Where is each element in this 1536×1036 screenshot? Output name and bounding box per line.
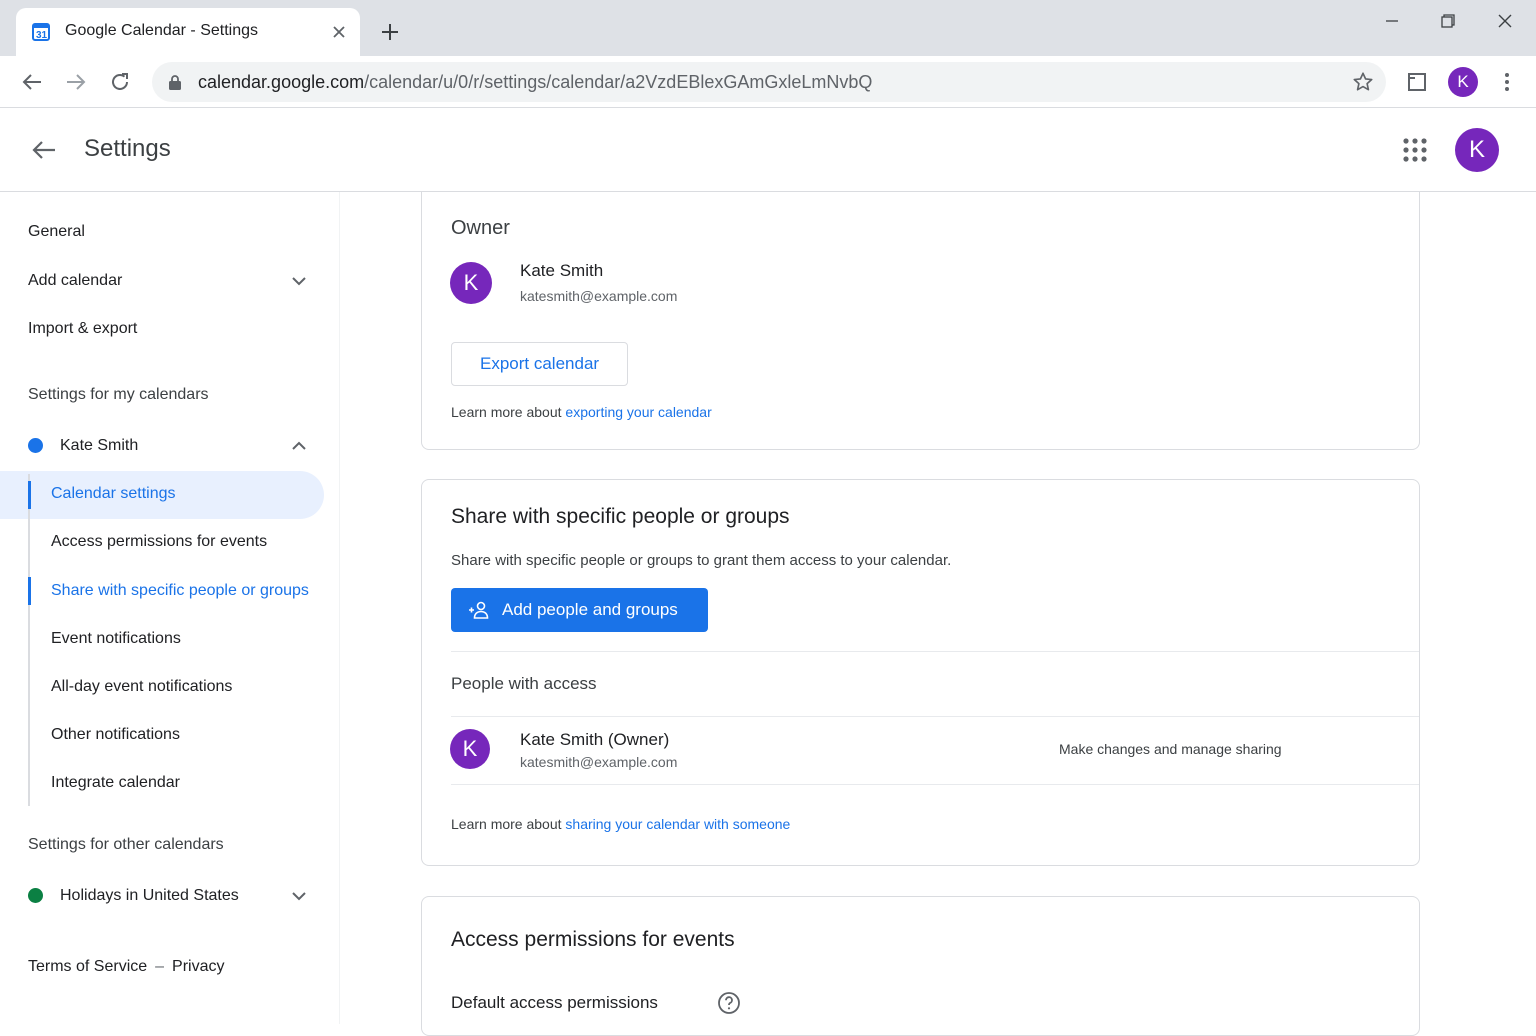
url-text[interactable]: calendar.google.com/calendar/u/0/r/setti… <box>198 72 872 93</box>
owner-label: Owner <box>451 217 510 239</box>
people-with-access-heading: People with access <box>451 674 597 693</box>
share-card-description: Share with specific people or groups to … <box>451 552 952 569</box>
person-email: katesmith@example.com <box>520 754 678 770</box>
sharing-calendar-link[interactable]: sharing your calendar with someone <box>565 816 790 832</box>
active-indicator-share <box>28 577 31 605</box>
settings-sidebar: General Add calendar Import & export Set… <box>0 192 340 1024</box>
url-host: calendar.google.com <box>198 72 365 92</box>
svg-text:31: 31 <box>36 30 48 41</box>
chevron-down-icon[interactable] <box>289 886 309 906</box>
new-tab-icon[interactable] <box>377 19 403 45</box>
lock-icon[interactable] <box>168 74 182 90</box>
export-learn-more: Learn more about exporting your calendar <box>451 404 712 420</box>
share-card-heading: Share with specific people or groups <box>451 505 790 528</box>
chevron-up-icon[interactable] <box>289 436 309 456</box>
sidebar-sub-item-access-permissions[interactable]: Access permissions for events <box>51 533 267 551</box>
add-person-icon <box>469 601 489 619</box>
holiday-calendar-color-dot <box>28 888 43 903</box>
access-permissions-card: Access permissions for events Default ac… <box>421 896 1420 1036</box>
access-permissions-heading: Access permissions for events <box>451 928 735 951</box>
browser-menu-icon[interactable] <box>1493 68 1521 96</box>
sidebar-sub-item-share[interactable]: Share with specific people or groups <box>51 582 309 600</box>
active-indicator-calendar-settings <box>28 481 31 509</box>
footer-separator: – <box>155 958 165 975</box>
browser-toolbar: calendar.google.com/calendar/u/0/r/setti… <box>0 56 1536 108</box>
sidebar-item-kate-smith[interactable]: Kate Smith <box>60 437 138 455</box>
people-divider-bottom <box>451 784 1419 785</box>
google-apps-icon[interactable] <box>1400 135 1430 165</box>
account-avatar[interactable]: K <box>1455 128 1499 172</box>
owner-email: katesmith@example.com <box>520 288 678 304</box>
bookmark-star-icon[interactable] <box>1352 71 1374 93</box>
calendar-favicon-icon: 31 <box>32 23 50 41</box>
footer-links: Terms of Service – Privacy <box>28 958 225 976</box>
reload-icon[interactable] <box>106 68 134 96</box>
sidebar-sub-item-all-day-notifications[interactable]: All-day event notifications <box>51 678 232 696</box>
sharing-learn-more: Learn more about sharing your calendar w… <box>451 816 790 832</box>
owner-avatar: K <box>450 262 492 304</box>
exporting-calendar-link[interactable]: exporting your calendar <box>565 404 711 420</box>
back-to-calendar-icon[interactable] <box>30 136 58 164</box>
browser-tab[interactable]: 31 Google Calendar - Settings <box>16 8 360 56</box>
share-card: Share with specific people or groups Sha… <box>421 479 1420 866</box>
sub-items-guide-line <box>28 474 30 806</box>
owner-card: Owner K Kate Smith katesmith@example.com… <box>421 192 1420 450</box>
learn-more-prefix: Learn more about <box>451 816 562 832</box>
sidebar-sub-item-other-notifications[interactable]: Other notifications <box>51 726 180 744</box>
privacy-link[interactable]: Privacy <box>172 958 224 975</box>
sidebar-sub-item-integrate-calendar[interactable]: Integrate calendar <box>51 774 180 792</box>
minimize-icon[interactable] <box>1378 8 1406 34</box>
share-divider <box>451 651 1419 652</box>
sidebar-sub-item-calendar-settings[interactable]: Calendar settings <box>51 485 176 503</box>
sidebar-section-other-calendars: Settings for other calendars <box>28 836 224 853</box>
close-tab-icon[interactable] <box>328 21 350 43</box>
address-bar[interactable]: calendar.google.com/calendar/u/0/r/setti… <box>152 62 1386 102</box>
export-calendar-button[interactable]: Export calendar <box>451 342 629 386</box>
tab-search-icon[interactable] <box>1403 68 1431 96</box>
calendar-color-dot <box>28 438 43 453</box>
person-avatar: K <box>450 729 490 769</box>
sidebar-item-add-calendar[interactable]: Add calendar <box>28 272 122 290</box>
owner-name: Kate Smith <box>520 261 604 280</box>
page-title: Settings <box>84 135 171 162</box>
sidebar-item-import-export[interactable]: Import & export <box>28 320 137 338</box>
browser-profile-avatar[interactable]: K <box>1448 67 1478 97</box>
restore-icon[interactable] <box>1434 8 1462 34</box>
add-people-label: Add people and groups <box>502 600 678 619</box>
default-access-heading: Default access permissions <box>451 993 658 1012</box>
browser-tabstrip: 31 Google Calendar - Settings <box>0 0 1536 56</box>
chevron-down-icon[interactable] <box>289 271 309 291</box>
add-people-button[interactable]: Add people and groups <box>451 588 708 632</box>
learn-more-prefix: Learn more about <box>451 404 562 420</box>
sidebar-section-my-calendars: Settings for my calendars <box>28 386 209 403</box>
app-header: Settings K <box>0 108 1536 192</box>
help-icon[interactable] <box>717 991 741 1015</box>
sidebar-item-holidays[interactable]: Holidays in United States <box>60 887 239 905</box>
close-window-icon[interactable] <box>1491 8 1519 34</box>
sidebar-item-general[interactable]: General <box>28 223 85 241</box>
forward-icon[interactable] <box>62 68 90 96</box>
sidebar-sub-item-event-notifications[interactable]: Event notifications <box>51 630 181 648</box>
people-divider-top <box>451 716 1419 717</box>
terms-of-service-link[interactable]: Terms of Service <box>28 958 147 975</box>
url-path: /calendar/u/0/r/settings/calendar/a2VzdE… <box>364 72 873 92</box>
tab-title: Google Calendar - Settings <box>65 22 258 39</box>
person-permission: Make changes and manage sharing <box>1059 741 1282 757</box>
back-icon[interactable] <box>18 68 46 96</box>
person-name: Kate Smith (Owner) <box>520 730 670 749</box>
